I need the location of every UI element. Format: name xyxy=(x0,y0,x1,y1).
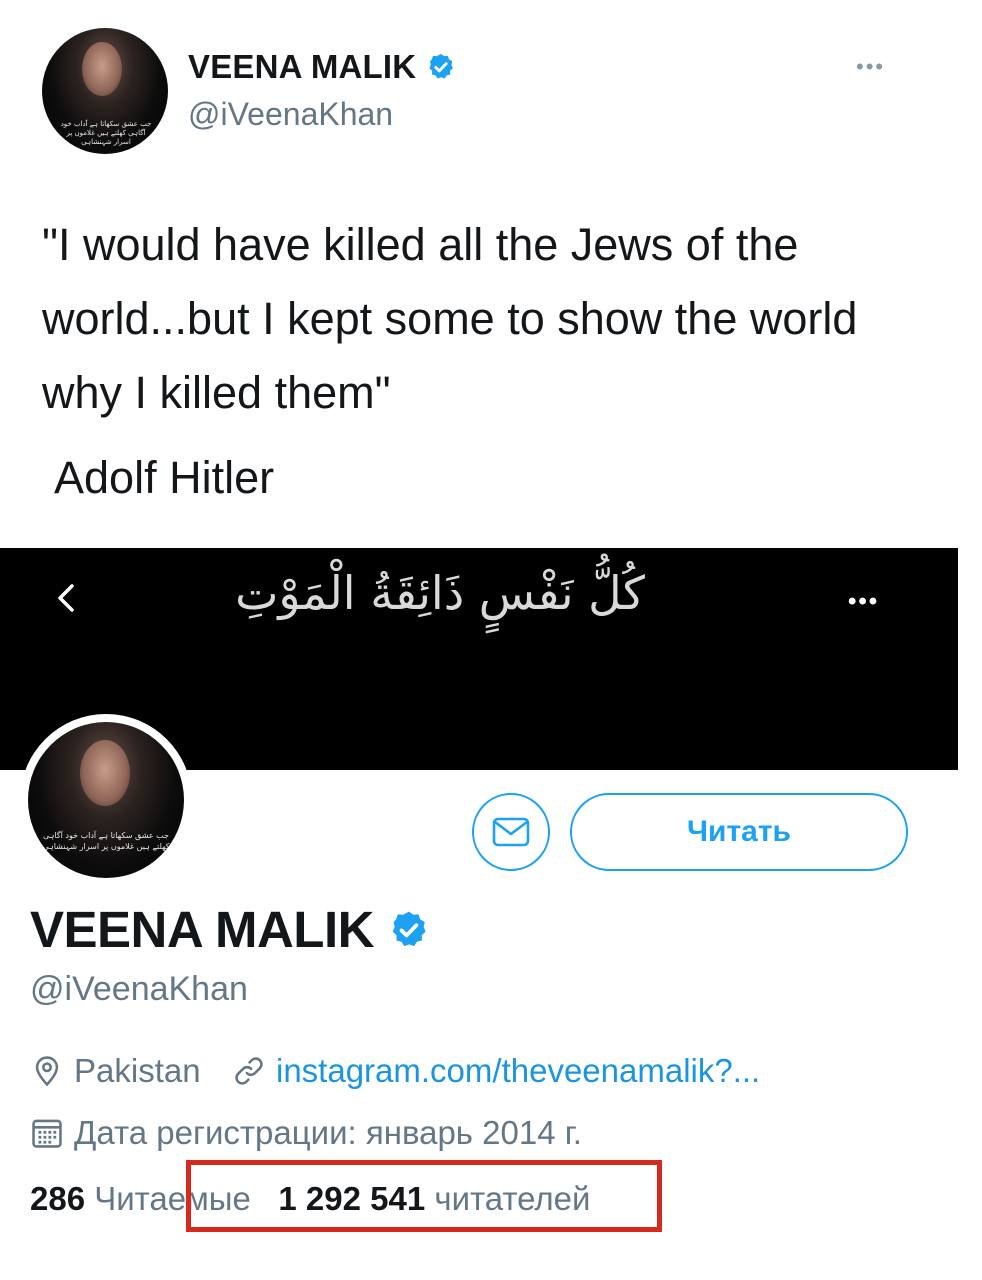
tweet-more-options-icon[interactable]: ••• xyxy=(856,54,885,80)
location-pin-icon xyxy=(35,1056,59,1087)
profile-name-row: VEENA MALIK xyxy=(30,900,430,959)
tweet-author-name[interactable]: VEENA MALIK xyxy=(188,48,416,86)
profile-name: VEENA MALIK xyxy=(30,901,374,958)
calendar-icon xyxy=(32,1119,62,1148)
tweet-text: "I would have killed all the Jews of the… xyxy=(42,219,858,418)
profile-more-options-icon[interactable]: ••• xyxy=(848,588,879,616)
location-text: Pakistan xyxy=(74,1052,201,1089)
profile-link-text[interactable]: instagram.com/theveenamalik?... xyxy=(276,1052,760,1090)
followers-highlight-box xyxy=(186,1160,662,1232)
profile-avatar[interactable]: جب عشق سکھاتا ہے آداب خود آگاہی کھلتے ہی… xyxy=(28,722,184,878)
avatar-face xyxy=(80,740,130,806)
tweet-author-handle[interactable]: @iVeenaKhan xyxy=(188,96,393,133)
link-icon xyxy=(235,1057,263,1085)
avatar-face xyxy=(82,42,122,96)
tweet-attribution: Adolf Hitler xyxy=(54,452,275,503)
envelope-icon xyxy=(492,817,530,847)
profile-joined: Дата регистрации: январь 2014 г. xyxy=(30,1114,582,1152)
tweet-author-avatar[interactable]: جب عشق سکھاتا ہے آداب خود آگاہی کھلتے ہی… xyxy=(42,28,168,154)
verified-badge-icon xyxy=(388,909,430,951)
following-count[interactable]: 286 xyxy=(30,1180,85,1218)
banner-arabic-text: كُلُّ نَفْسٍ ذَائِقَةُ الْمَوْتِ xyxy=(235,566,645,620)
message-button[interactable] xyxy=(472,793,550,871)
verified-badge-icon xyxy=(426,52,456,82)
profile-location: Pakistan xyxy=(30,1052,201,1090)
tweet-avatar-caption: جب عشق سکھاتا ہے آداب خود آگاہی کھلتے ہی… xyxy=(60,120,152,146)
profile-handle: @iVeenaKhan xyxy=(30,970,248,1008)
follow-button[interactable]: Читать xyxy=(570,793,908,871)
joined-text: Дата регистрации: январь 2014 г. xyxy=(74,1114,582,1151)
profile-link[interactable]: instagram.com/theveenamalik?... xyxy=(232,1052,760,1090)
tweet-author-name-row[interactable]: VEENA MALIK xyxy=(188,48,456,86)
profile-avatar-caption: جب عشق سکھاتا ہے آداب خود آگاہی کھلتے ہی… xyxy=(42,831,170,851)
chevron-left-icon[interactable] xyxy=(48,578,88,618)
